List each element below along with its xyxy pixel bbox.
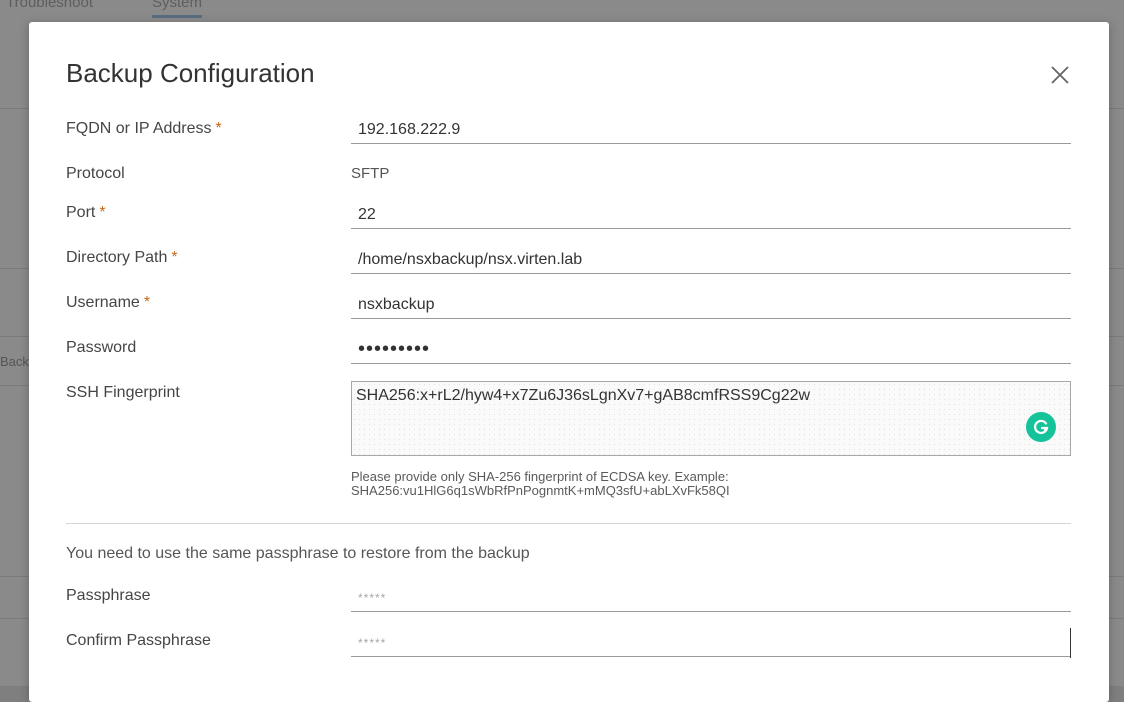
protocol-value: SFTP	[351, 165, 390, 182]
fqdn-label: FQDN or IP Address *	[66, 120, 222, 138]
required-marker: *	[215, 120, 222, 137]
required-marker: *	[99, 204, 106, 221]
ssh-fingerprint-hint: Please provide only SHA-256 fingerprint …	[351, 470, 871, 498]
grammarly-icon[interactable]	[1026, 412, 1056, 442]
port-label-text: Port	[66, 204, 96, 221]
dialog-title: Backup Configuration	[66, 58, 315, 88]
fqdn-label-text: FQDN or IP Address	[66, 120, 212, 137]
hint-line: Please provide only SHA-256 fingerprint …	[351, 469, 729, 484]
username-input[interactable]	[351, 291, 1071, 319]
password-input[interactable]	[351, 336, 1071, 364]
directory-path-input[interactable]	[351, 246, 1071, 274]
username-label: Username *	[66, 294, 150, 312]
backup-configuration-dialog: Backup Configuration FQDN or IP Address *…	[29, 22, 1109, 702]
required-marker: *	[143, 294, 151, 311]
directory-path-label-text: Directory Path	[66, 249, 168, 266]
background-side-text: Back	[0, 354, 29, 369]
required-marker: *	[171, 249, 178, 266]
hint-line: SHA256:vu1HlG6q1sWbRfPnPognmtK+mMQ3sfU+a…	[351, 483, 730, 498]
passphrase-input[interactable]	[351, 584, 1071, 612]
passphrase-notice: You need to use the same passphrase to r…	[66, 545, 530, 562]
password-label: Password	[66, 339, 137, 356]
tab-system: System	[152, 0, 203, 18]
section-divider	[66, 523, 1071, 524]
text-cursor	[1070, 628, 1071, 658]
directory-path-label: Directory Path *	[66, 249, 178, 267]
tab-troubleshoot: Troubleshoot	[6, 0, 93, 11]
port-label: Port *	[66, 204, 106, 222]
port-input[interactable]	[351, 201, 1071, 229]
ssh-fingerprint-label: SSH Fingerprint	[66, 384, 180, 401]
username-label-text: Username	[66, 294, 140, 311]
protocol-label: Protocol	[66, 165, 125, 182]
passphrase-label: Passphrase	[66, 587, 151, 604]
ssh-fingerprint-textarea[interactable]: SHA256:x+rL2/hyw4+x7Zu6J36sLgnXv7+gAB8cm…	[351, 381, 1071, 456]
confirm-passphrase-label: Confirm Passphrase	[66, 632, 211, 649]
fqdn-input[interactable]	[351, 116, 1071, 144]
close-icon[interactable]	[1047, 62, 1073, 88]
confirm-passphrase-input[interactable]	[351, 629, 1071, 657]
